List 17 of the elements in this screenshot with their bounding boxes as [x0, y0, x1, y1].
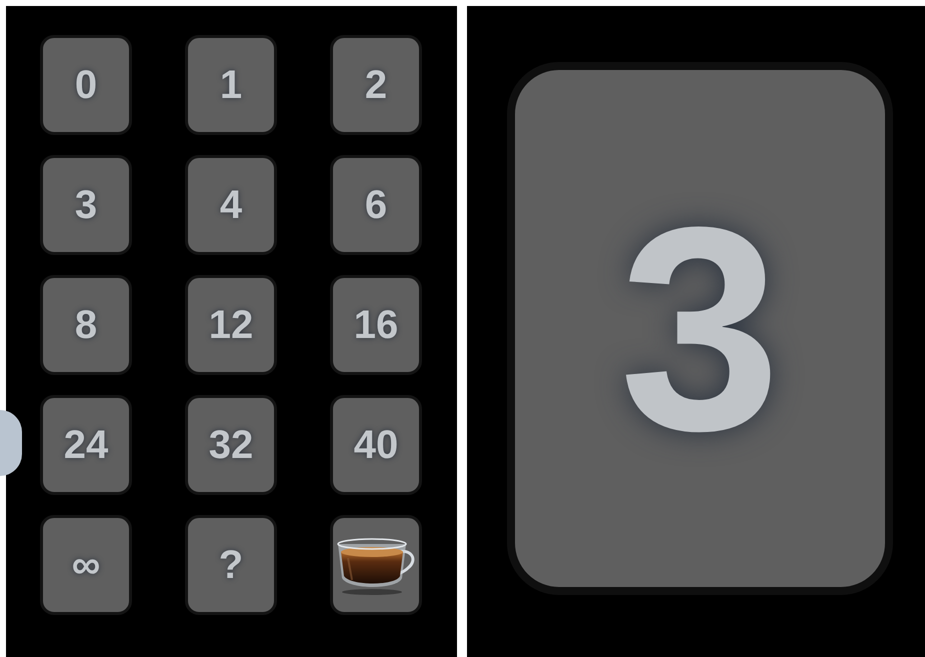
estimate-card[interactable]: 40: [330, 395, 422, 495]
estimate-card[interactable]: 24: [40, 395, 132, 495]
estimate-card[interactable]: ?: [185, 515, 277, 615]
estimate-card[interactable]: 4: [185, 155, 277, 255]
break-card[interactable]: [330, 515, 422, 615]
estimate-card[interactable]: 0: [40, 35, 132, 135]
estimate-card[interactable]: 1: [185, 35, 277, 135]
estimate-card[interactable]: 6: [330, 155, 422, 255]
estimate-card[interactable]: ∞: [40, 515, 132, 615]
estimate-card[interactable]: 16: [330, 275, 422, 375]
estimate-card[interactable]: 32: [185, 395, 277, 495]
estimate-card[interactable]: 8: [40, 275, 132, 375]
drawer-handle[interactable]: [0, 410, 22, 476]
chosen-card[interactable]: 3: [507, 62, 893, 595]
estimate-card[interactable]: 3: [40, 155, 132, 255]
estimate-card[interactable]: 12: [185, 275, 277, 375]
estimate-card[interactable]: 2: [330, 35, 422, 135]
